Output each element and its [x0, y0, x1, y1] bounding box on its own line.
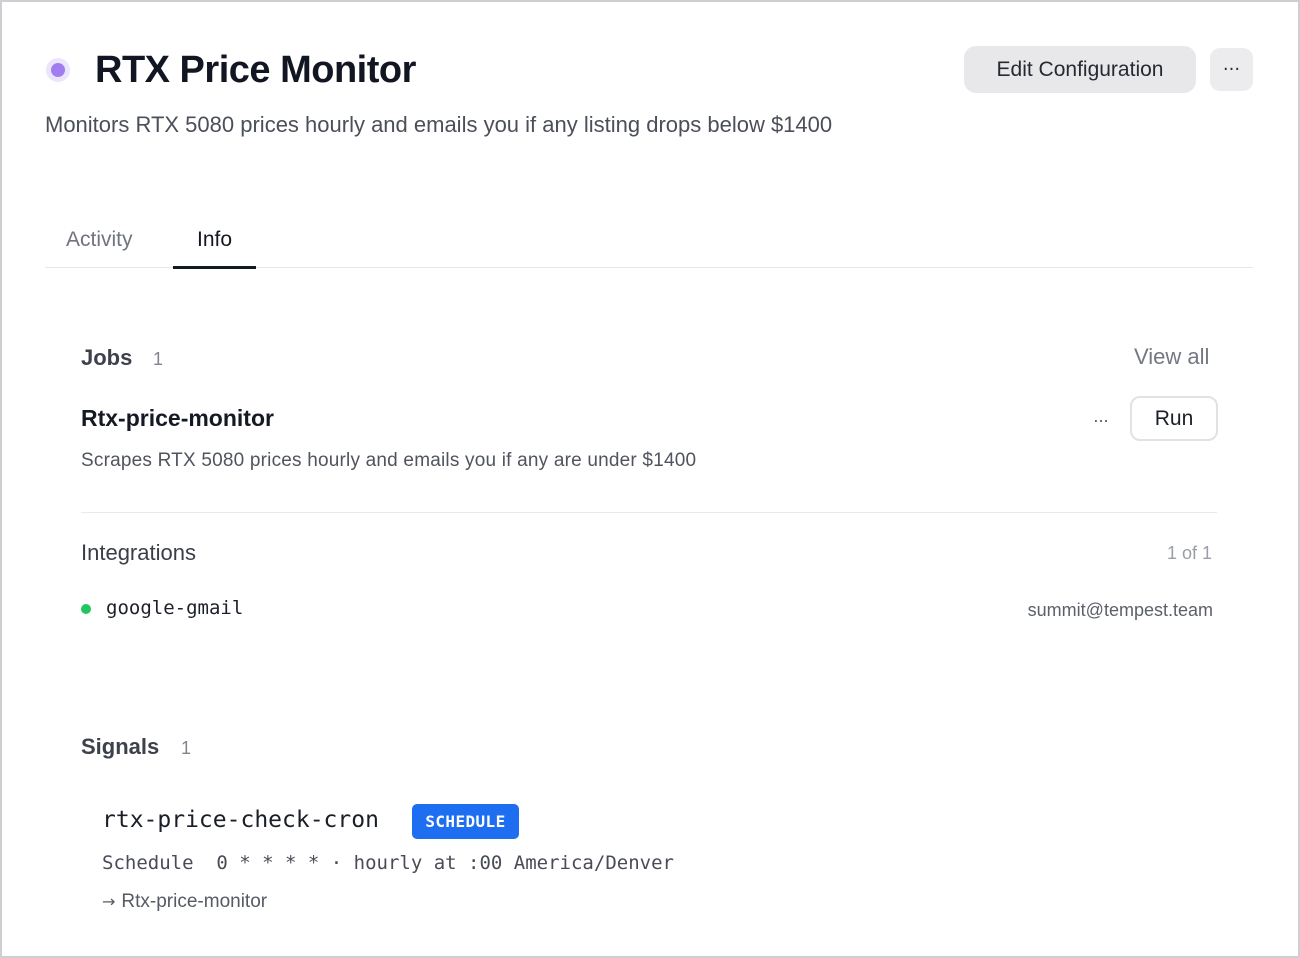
view-all-link[interactable]: View all	[1134, 344, 1209, 370]
status-indicator-icon	[46, 58, 70, 82]
integrations-count: 1 of 1	[1167, 543, 1213, 563]
job-more-options-button[interactable]: ...	[1089, 407, 1113, 426]
tab-info[interactable]: Info	[173, 214, 256, 269]
connected-status-icon	[81, 604, 91, 614]
signal-name[interactable]: rtx-price-check-cron	[102, 807, 379, 833]
jobs-count: 1	[153, 349, 164, 369]
signals-count: 1	[181, 738, 192, 758]
page-title: RTX Price Monitor	[95, 49, 416, 91]
more-options-button[interactable]: ···	[1210, 48, 1253, 91]
integrations-section-title: Integrations	[81, 540, 196, 565]
run-job-button[interactable]: Run	[1130, 396, 1218, 441]
tab-activity[interactable]: Activity	[66, 214, 133, 268]
jobs-section-title: Jobs	[81, 345, 133, 370]
edit-configuration-button[interactable]: Edit Configuration	[964, 46, 1196, 93]
integration-name[interactable]: google-gmail	[106, 597, 243, 619]
signal-schedule: Schedule 0 * * * * · hourly at :00 Ameri…	[102, 852, 674, 874]
integration-account: summit@tempest.team	[1027, 600, 1213, 620]
signal-type-badge: SCHEDULE	[412, 804, 519, 839]
page-description: Monitors RTX 5080 prices hourly and emai…	[45, 112, 833, 137]
tab-bar: Activity Info	[45, 214, 1253, 269]
arrow-right-icon: →	[102, 892, 116, 911]
signal-target-name: Rtx-price-monitor	[121, 891, 268, 912]
app-window: RTX Price Monitor Edit Configuration ···…	[0, 0, 1300, 958]
job-description: Scrapes RTX 5080 prices hourly and email…	[81, 450, 697, 471]
signals-section-title: Signals	[81, 734, 160, 759]
signal-target-link[interactable]: → Rtx-price-monitor	[102, 891, 267, 913]
job-name[interactable]: Rtx-price-monitor	[81, 405, 274, 432]
section-divider	[81, 512, 1217, 513]
